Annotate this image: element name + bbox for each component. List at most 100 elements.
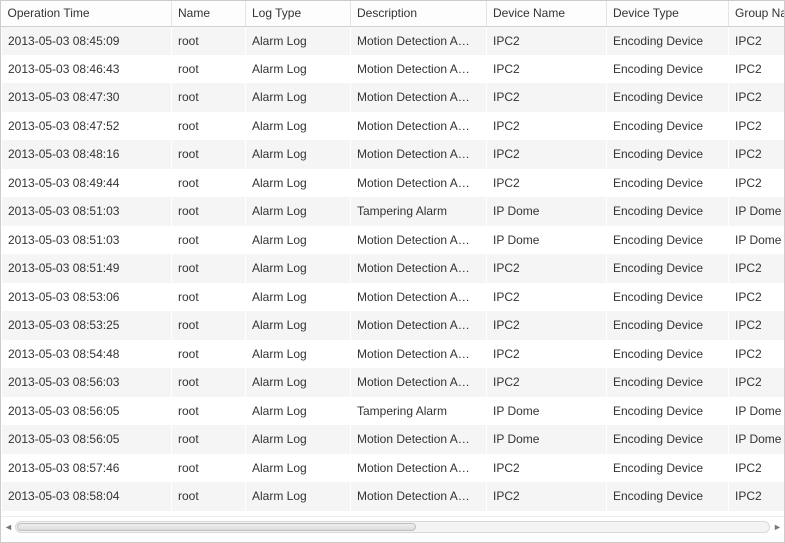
- cell-name: root: [172, 454, 246, 483]
- log-table: Operation Time Name Log Type Description…: [1, 1, 784, 511]
- col-header-device-type[interactable]: Device Type: [607, 1, 729, 26]
- cell-log-type: Alarm Log: [246, 197, 351, 226]
- table-row[interactable]: 2013-05-03 08:51:03rootAlarm LogTamperin…: [2, 197, 785, 226]
- cell-group-name: IPC2: [729, 112, 785, 141]
- cell-device-name: IP Dome: [487, 197, 607, 226]
- cell-device-name: IPC2: [487, 340, 607, 369]
- table-row[interactable]: 2013-05-03 08:56:05rootAlarm LogMotion D…: [2, 425, 785, 454]
- cell-log-type: Alarm Log: [246, 140, 351, 169]
- cell-log-type: Alarm Log: [246, 26, 351, 55]
- cell-group-name: IPC2: [729, 26, 785, 55]
- cell-group-name: IPC2: [729, 169, 785, 198]
- col-header-group-name[interactable]: Group Name: [729, 1, 785, 26]
- cell-device-name: IP Dome: [487, 425, 607, 454]
- cell-device-name: IPC2: [487, 454, 607, 483]
- table-row[interactable]: 2013-05-03 08:47:30rootAlarm LogMotion D…: [2, 83, 785, 112]
- table-row[interactable]: 2013-05-03 08:53:06rootAlarm LogMotion D…: [2, 283, 785, 312]
- cell-description: Motion Detection A…: [351, 368, 487, 397]
- col-header-log-type[interactable]: Log Type: [246, 1, 351, 26]
- cell-description: Motion Detection A…: [351, 140, 487, 169]
- cell-device-type: Encoding Device: [607, 83, 729, 112]
- cell-device-name: IPC2: [487, 112, 607, 141]
- cell-description: Motion Detection A…: [351, 425, 487, 454]
- cell-device-type: Encoding Device: [607, 197, 729, 226]
- cell-device-name: IPC2: [487, 311, 607, 340]
- cell-operation-time: 2013-05-03 08:56:03: [2, 368, 172, 397]
- cell-device-type: Encoding Device: [607, 340, 729, 369]
- cell-device-name: IPC2: [487, 140, 607, 169]
- table-row[interactable]: 2013-05-03 08:56:03rootAlarm LogMotion D…: [2, 368, 785, 397]
- cell-group-name: IPC2: [729, 482, 785, 511]
- cell-device-type: Encoding Device: [607, 226, 729, 255]
- cell-log-type: Alarm Log: [246, 83, 351, 112]
- col-header-name[interactable]: Name: [172, 1, 246, 26]
- cell-device-type: Encoding Device: [607, 397, 729, 426]
- cell-operation-time: 2013-05-03 08:56:05: [2, 397, 172, 426]
- col-header-operation-time[interactable]: Operation Time: [2, 1, 172, 26]
- table-row[interactable]: 2013-05-03 08:56:05rootAlarm LogTamperin…: [2, 397, 785, 426]
- scroll-left-icon[interactable]: ◄: [4, 522, 12, 532]
- table-row[interactable]: 2013-05-03 08:49:44rootAlarm LogMotion D…: [2, 169, 785, 198]
- cell-description: Motion Detection A…: [351, 254, 487, 283]
- scroll-thumb[interactable]: [17, 523, 416, 531]
- cell-name: root: [172, 83, 246, 112]
- cell-group-name: IP Dome: [729, 197, 785, 226]
- table-row[interactable]: 2013-05-03 08:45:09rootAlarm LogMotion D…: [2, 26, 785, 55]
- cell-operation-time: 2013-05-03 08:53:06: [2, 283, 172, 312]
- cell-device-type: Encoding Device: [607, 55, 729, 84]
- cell-log-type: Alarm Log: [246, 226, 351, 255]
- table-row[interactable]: 2013-05-03 08:51:03rootAlarm LogMotion D…: [2, 226, 785, 255]
- cell-name: root: [172, 283, 246, 312]
- cell-name: root: [172, 368, 246, 397]
- col-header-description[interactable]: Description: [351, 1, 487, 26]
- cell-group-name: IP Dome: [729, 397, 785, 426]
- cell-name: root: [172, 140, 246, 169]
- scroll-track[interactable]: [15, 521, 770, 533]
- col-header-device-name[interactable]: Device Name: [487, 1, 607, 26]
- cell-device-name: IPC2: [487, 482, 607, 511]
- cell-name: root: [172, 197, 246, 226]
- cell-device-name: IP Dome: [487, 397, 607, 426]
- cell-device-name: IPC2: [487, 55, 607, 84]
- table-row[interactable]: 2013-05-03 08:53:25rootAlarm LogMotion D…: [2, 311, 785, 340]
- table-row[interactable]: 2013-05-03 08:51:49rootAlarm LogMotion D…: [2, 254, 785, 283]
- table-row[interactable]: 2013-05-03 08:54:48rootAlarm LogMotion D…: [2, 340, 785, 369]
- cell-description: Motion Detection A…: [351, 83, 487, 112]
- cell-description: Motion Detection A…: [351, 482, 487, 511]
- cell-device-name: IPC2: [487, 26, 607, 55]
- table-row[interactable]: 2013-05-03 08:47:52rootAlarm LogMotion D…: [2, 112, 785, 141]
- cell-device-name: IPC2: [487, 169, 607, 198]
- horizontal-scrollbar[interactable]: ◄ ►: [1, 516, 784, 536]
- cell-device-type: Encoding Device: [607, 283, 729, 312]
- table-row[interactable]: 2013-05-03 08:48:16rootAlarm LogMotion D…: [2, 140, 785, 169]
- cell-operation-time: 2013-05-03 08:46:43: [2, 55, 172, 84]
- table-row[interactable]: 2013-05-03 08:46:43rootAlarm LogMotion D…: [2, 55, 785, 84]
- cell-device-name: IPC2: [487, 283, 607, 312]
- cell-group-name: IPC2: [729, 140, 785, 169]
- cell-name: root: [172, 226, 246, 255]
- cell-operation-time: 2013-05-03 08:56:05: [2, 425, 172, 454]
- scroll-right-icon[interactable]: ►: [773, 522, 781, 532]
- table-row[interactable]: 2013-05-03 08:57:46rootAlarm LogMotion D…: [2, 454, 785, 483]
- cell-group-name: IPC2: [729, 454, 785, 483]
- table-row[interactable]: 2013-05-03 08:58:04rootAlarm LogMotion D…: [2, 482, 785, 511]
- cell-device-type: Encoding Device: [607, 425, 729, 454]
- cell-operation-time: 2013-05-03 08:51:03: [2, 197, 172, 226]
- cell-log-type: Alarm Log: [246, 169, 351, 198]
- cell-description: Motion Detection A…: [351, 340, 487, 369]
- cell-group-name: IP Dome: [729, 425, 785, 454]
- cell-operation-time: 2013-05-03 08:47:30: [2, 83, 172, 112]
- cell-group-name: IPC2: [729, 254, 785, 283]
- log-table-container: Operation Time Name Log Type Description…: [1, 1, 784, 516]
- cell-group-name: IPC2: [729, 340, 785, 369]
- cell-device-name: IPC2: [487, 368, 607, 397]
- cell-log-type: Alarm Log: [246, 425, 351, 454]
- cell-device-type: Encoding Device: [607, 140, 729, 169]
- cell-operation-time: 2013-05-03 08:51:49: [2, 254, 172, 283]
- cell-device-type: Encoding Device: [607, 368, 729, 397]
- cell-description: Tampering Alarm: [351, 197, 487, 226]
- cell-group-name: IPC2: [729, 83, 785, 112]
- cell-device-type: Encoding Device: [607, 454, 729, 483]
- cell-description: Motion Detection A…: [351, 55, 487, 84]
- cell-description: Tampering Alarm: [351, 397, 487, 426]
